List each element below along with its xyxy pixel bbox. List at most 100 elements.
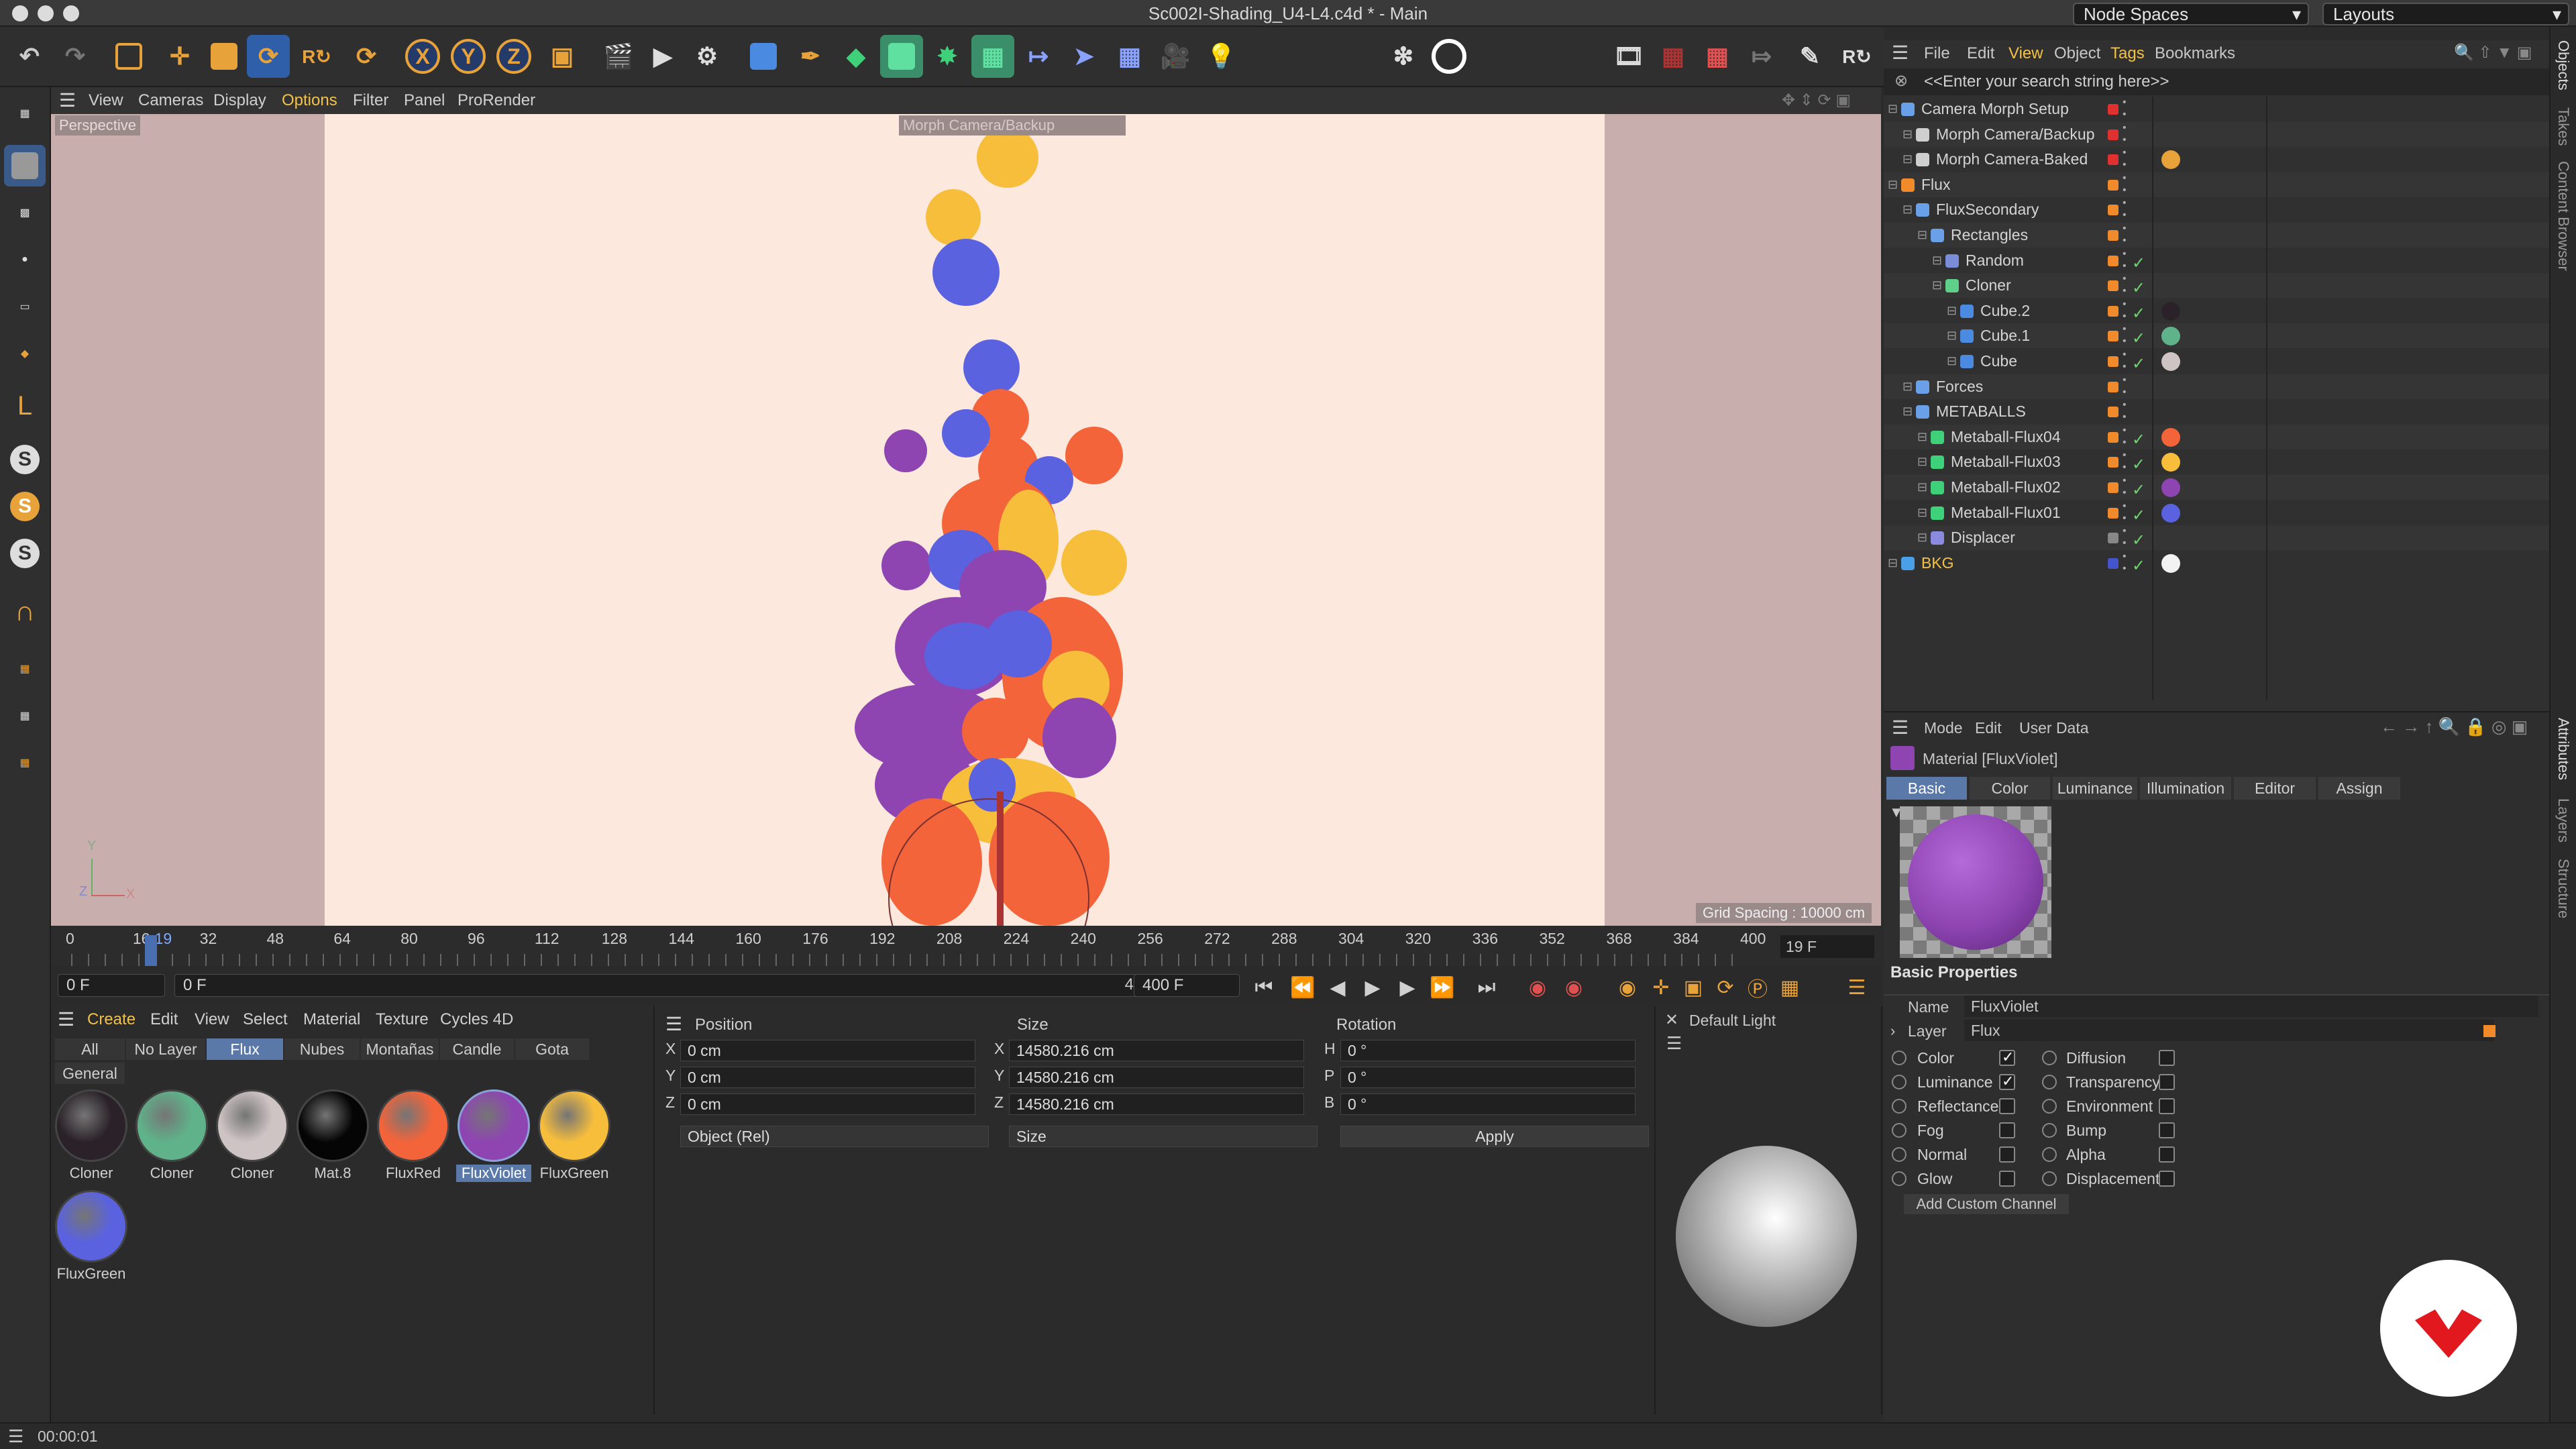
object-name[interactable]: Cube.2 [1980, 299, 2030, 323]
attr-tab[interactable]: Basic [1886, 777, 1967, 800]
name-field[interactable]: FluxViolet [1964, 996, 2538, 1017]
visibility-dots-icon[interactable]: • • [2123, 525, 2127, 549]
material-tag-icon[interactable] [2161, 478, 2180, 497]
size-field[interactable]: 14580.216 cm [1009, 1093, 1304, 1115]
generator-icon[interactable] [880, 35, 923, 78]
enabled-check-icon[interactable]: ✓ [2132, 427, 2145, 452]
om-menu-edit[interactable]: Edit [1967, 44, 1994, 63]
channel-anim-radio[interactable] [1892, 1051, 1907, 1065]
light-hamburger-icon[interactable]: ☰ [1666, 1033, 1682, 1054]
object-name[interactable]: Metaball-Flux02 [1951, 475, 2061, 500]
visibility-dots-icon[interactable]: • • [2123, 248, 2127, 272]
redo-icon[interactable]: ↷ [54, 35, 97, 78]
key-parameter-icon[interactable]: Ⓟ [1744, 974, 1771, 1001]
material-hamburger-icon[interactable]: ☰ [58, 1006, 74, 1033]
expand-toggle-icon[interactable]: ⊟ [1932, 273, 1942, 298]
object-row[interactable]: ⊟ Metaball-Flux04 • • ✓ [1884, 424, 2549, 452]
visibility-dots-icon[interactable]: • • [2123, 147, 2127, 171]
floor-icon[interactable]: ▦ [1108, 35, 1151, 78]
visibility-dots-icon[interactable]: • • [2123, 500, 2127, 525]
side-tab-takes[interactable]: Takes [2555, 107, 2572, 146]
channel-checkbox[interactable] [1999, 1122, 2015, 1138]
channel-checkbox[interactable] [1999, 1171, 2015, 1187]
channel-checkbox[interactable] [2159, 1098, 2175, 1114]
visibility-dots-icon[interactable]: • • [2123, 349, 2127, 373]
object-name[interactable]: Displacer [1951, 525, 2015, 550]
next-key-icon[interactable]: ⏩ [1429, 974, 1456, 1001]
object-row[interactable]: ⊟ Morph Camera/Backup • • [1884, 121, 2549, 147]
enabled-check-icon[interactable]: ✓ [2132, 478, 2145, 502]
add-custom-channel-button[interactable]: Add Custom Channel [1904, 1194, 2069, 1214]
pen-spline-icon[interactable]: ✒ [789, 35, 832, 78]
cloner-tool-icon[interactable]: ✸ [926, 35, 969, 78]
om-search-tools-icon[interactable]: 🔍 ⇧ ▼ ▣ [2454, 43, 2532, 62]
script-icon[interactable]: ✎ [1788, 35, 1831, 78]
visibility-dots-icon[interactable]: • • [2123, 425, 2127, 449]
expand-toggle-icon[interactable]: ⊟ [1902, 122, 1913, 147]
object-row[interactable]: ⊟ Metaball-Flux01 • • ✓ [1884, 500, 2549, 525]
recent-tools-icon[interactable]: R↻ [295, 35, 338, 78]
current-frame-field[interactable]: 19 F [1780, 935, 1874, 958]
layer-field[interactable]: Flux [1964, 1020, 2494, 1041]
om-menu-object[interactable]: Object [2054, 44, 2100, 63]
material-thumb[interactable]: FluxGreen [537, 1089, 612, 1182]
mat-menu-create[interactable]: Create [87, 1006, 136, 1033]
visibility-dots-icon[interactable]: • • [2123, 299, 2127, 323]
channel-anim-radio[interactable] [1892, 1171, 1907, 1186]
key-position-icon[interactable]: ◉ [1614, 974, 1641, 1001]
channel-anim-radio[interactable] [2042, 1075, 2057, 1089]
camera-tool-icon[interactable]: 🎥 [1154, 35, 1197, 78]
channel-anim-radio[interactable] [1892, 1123, 1907, 1138]
om-menu-view[interactable]: View [2008, 44, 2043, 63]
menu-prorender[interactable]: ProRender [458, 87, 535, 114]
timeline-settings-icon[interactable]: ☰ [1843, 974, 1870, 1001]
attr-tab[interactable]: Luminance [2053, 777, 2137, 800]
expand-toggle-icon[interactable]: ⊟ [1888, 551, 1898, 576]
mat-tab-all[interactable]: All [55, 1038, 125, 1060]
mat-menu-edit[interactable]: Edit [150, 1006, 178, 1033]
layer-color-dot[interactable] [2108, 457, 2118, 468]
object-name[interactable]: Forces [1936, 374, 1983, 399]
channel-anim-radio[interactable] [2042, 1051, 2057, 1065]
om-menu-file[interactable]: File [1924, 44, 1950, 63]
expand-toggle-icon[interactable]: ⊟ [1917, 425, 1927, 449]
channel-checkbox[interactable] [2159, 1146, 2175, 1163]
rotate-icon[interactable]: ⟳ [247, 35, 290, 78]
object-row[interactable]: ⊟ FluxSecondary • • [1884, 197, 2549, 222]
go-to-start-icon[interactable]: ⏮ [1250, 974, 1277, 1001]
expand-toggle-icon[interactable]: ⊟ [1902, 197, 1913, 222]
position-field[interactable]: 0 cm [680, 1067, 975, 1088]
viewport-navigation-icons[interactable]: ✥ ⇕ ⟳ ▣ [1782, 87, 1851, 114]
rotation-field[interactable]: 0 ° [1340, 1067, 1635, 1088]
layer-color-dot[interactable] [2108, 482, 2118, 493]
object-row[interactable]: ⊟ Morph Camera-Baked • • [1884, 147, 2549, 172]
scale-icon[interactable] [203, 35, 246, 78]
layer-color-dot[interactable] [2108, 557, 2118, 569]
axis-mode-icon[interactable]: L [4, 385, 46, 427]
side-tab-layers[interactable]: Layers [2555, 798, 2572, 843]
layouts-select[interactable]: Layouts [2322, 3, 2569, 25]
object-name[interactable]: Rectangles [1951, 223, 2028, 248]
mat-menu-select[interactable]: Select [243, 1006, 288, 1033]
edges-mode-icon[interactable]: ▭ [4, 286, 46, 327]
mat-tab-no-layer[interactable]: No Layer [126, 1038, 205, 1060]
layer-color-dot[interactable] [2108, 230, 2118, 241]
light-tool-icon[interactable]: 💡 [1199, 35, 1242, 78]
expand-toggle-icon[interactable]: ⊟ [1888, 172, 1898, 197]
side-tab-attributes[interactable]: Attributes [2555, 718, 2572, 780]
layer-color-dot[interactable] [2108, 129, 2118, 140]
previous-frame-icon[interactable]: ◀ [1324, 974, 1351, 1001]
visibility-dots-icon[interactable]: • • [2123, 172, 2127, 197]
points-mode-icon[interactable]: ● [4, 239, 46, 280]
channel-anim-radio[interactable] [1892, 1147, 1907, 1162]
object-row[interactable]: ⊟ Random • • ✓ [1884, 248, 2549, 273]
channel-checkbox[interactable] [2159, 1050, 2175, 1066]
expand-toggle-icon[interactable]: ⊟ [1902, 374, 1913, 399]
field-icon[interactable]: ➤ [1063, 35, 1106, 78]
object-row[interactable]: ⊟ Flux • • [1884, 172, 2549, 197]
mat-tab-gota[interactable]: Gota [515, 1038, 589, 1060]
status-hamburger-icon[interactable]: ☰ [8, 1424, 23, 1449]
object-name[interactable]: Metaball-Flux01 [1951, 500, 2061, 525]
material-tag-icon[interactable] [2161, 150, 2180, 170]
live-selection-icon[interactable] [107, 35, 150, 78]
